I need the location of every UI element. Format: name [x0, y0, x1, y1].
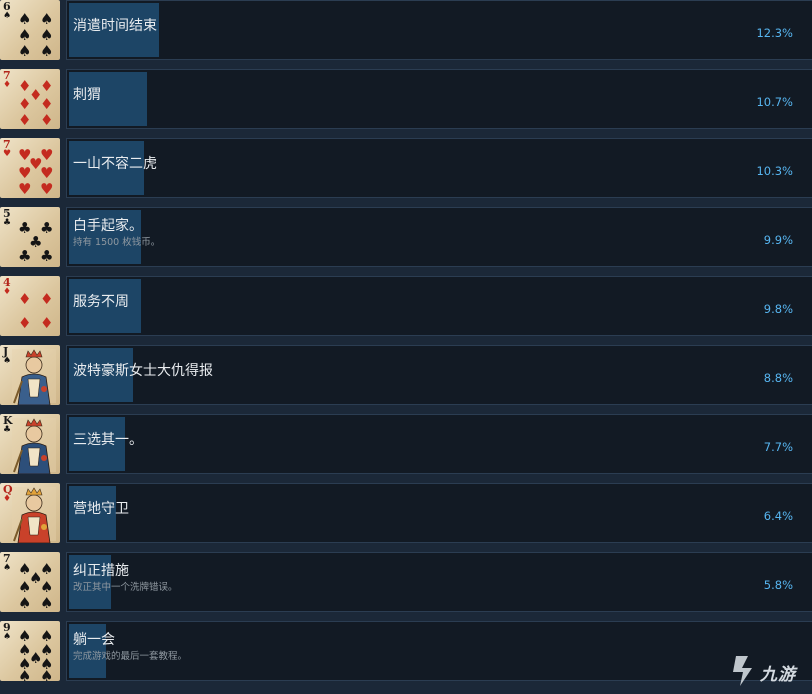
- achievement-title: 纠正措施: [73, 563, 129, 579]
- spade-pip-icon: ♠: [40, 594, 54, 612]
- spade-pip-icon: ♠: [40, 42, 54, 60]
- unlock-percentage: 8.8%: [763, 371, 793, 385]
- achievement-row[interactable]: ♠ ♠ ♠ ♠ ♠ ♠ ♠ 7 ♠ 纠正措施改正其中一个洗牌错误。 5.8%: [0, 552, 812, 612]
- achievement-description: 持有 1500 枚钱币。: [73, 237, 161, 248]
- diamond-pip-icon: ♦: [40, 314, 54, 332]
- unlock-percentage: 10.7%: [756, 95, 793, 109]
- achievement-card-icon: J ♠: [0, 345, 60, 405]
- diamond-pip-icon: ♦: [18, 290, 32, 308]
- spade-corner-icon: ♠: [3, 632, 12, 642]
- achievement-card-icon: ♣ ♣ ♣ ♣ ♣ 5 ♣: [0, 207, 60, 267]
- unlock-percentage: 12.3%: [756, 26, 793, 40]
- achievement-panel: 三选其一。 7.7%: [66, 414, 812, 474]
- diamond-pip-icon: ♦: [40, 290, 54, 308]
- achievement-row[interactable]: ♠ ♠ ♠ ♠ ♠ ♠ 6 ♠ 消遣时间结束 12.3%: [0, 0, 812, 60]
- club-corner-icon: ♣: [3, 218, 12, 228]
- diamond-pip-icon: ♦: [18, 95, 32, 113]
- achievement-title: 波特豪斯女士大仇得报: [73, 363, 213, 379]
- spade-pip-icon: ♠: [40, 667, 54, 682]
- watermark-icon: [733, 656, 752, 686]
- diamond-corner-icon: ♦: [3, 287, 12, 297]
- unlock-percentage: 6.4%: [763, 509, 793, 523]
- achievement-card-icon: ♠ ♠ ♠ ♠ ♠ ♠ 6 ♠: [0, 0, 60, 60]
- achievement-row[interactable]: ♥ ♥ ♥ ♥ ♥ ♥ ♥ 7 ♥ 一山不容二虎 10.3%: [0, 138, 812, 198]
- spade-pip-icon: ♠: [18, 10, 32, 28]
- achievement-title: 消遣时间结束: [73, 18, 157, 34]
- achievement-card-icon: ♥ ♥ ♥ ♥ ♥ ♥ ♥ 7 ♥: [0, 138, 60, 198]
- achievement-row[interactable]: ♠ ♠ ♠ ♠ ♠ ♠ ♠ ♠ ♠ 9 ♠ 躺一会 完成游戏的最后一套教程。: [0, 621, 812, 681]
- spade-corner-icon: ♠: [3, 563, 12, 573]
- spade-pip-icon: ♠: [18, 594, 32, 612]
- achievement-row[interactable]: ♣ ♣ ♣ ♣ ♣ 5 ♣ 白手起家。 持有 1500 枚钱币。 9.9%: [0, 207, 812, 267]
- achievement-row[interactable]: K ♣ 三选其一。 7.7%: [0, 414, 812, 474]
- achievement-panel: 纠正措施改正其中一个洗牌错误。 5.8%: [66, 552, 812, 612]
- diamond-pip-icon: ♦: [18, 314, 32, 332]
- diamond-pip-icon: ♦: [40, 95, 54, 113]
- club-pip-icon: ♣: [18, 247, 32, 265]
- unlock-percentage: 9.8%: [763, 302, 793, 316]
- spade-corner-icon: ♠: [3, 356, 12, 366]
- unlock-percentage: 7.7%: [763, 440, 793, 454]
- achievement-panel: 消遣时间结束 12.3%: [66, 0, 812, 60]
- spade-pip-icon: ♠: [18, 578, 32, 596]
- face-card-figure: [12, 349, 56, 405]
- achievement-panel: 一山不容二虎 10.3%: [66, 138, 812, 198]
- achievement-card-icon: ♠ ♠ ♠ ♠ ♠ ♠ ♠ 7 ♠: [0, 552, 60, 612]
- watermark-text: 九游: [760, 665, 796, 685]
- heart-corner-icon: ♥: [3, 149, 12, 159]
- diamond-pip-icon: ♦: [40, 111, 54, 129]
- heart-pip-icon: ♥: [18, 180, 32, 198]
- watermark-logo: 九游: [720, 648, 812, 694]
- achievement-title: 白手起家。: [73, 218, 143, 234]
- diamond-pip-icon: ♦: [18, 111, 32, 129]
- unlock-percentage: 9.9%: [763, 233, 793, 247]
- unlock-percentage: 10.3%: [756, 164, 793, 178]
- achievement-title: 三选其一。: [73, 432, 143, 448]
- heart-pip-icon: ♥: [40, 164, 54, 182]
- achievement-card-icon: ♠ ♠ ♠ ♠ ♠ ♠ ♠ ♠ ♠ 9 ♠: [0, 621, 60, 681]
- achievement-panel: 营地守卫 6.4%: [66, 483, 812, 543]
- achievement-title: 营地守卫: [73, 501, 129, 517]
- achievement-panel: 服务不周 9.8%: [66, 276, 812, 336]
- heart-pip-icon: ♥: [40, 180, 54, 198]
- achievement-title: 一山不容二虎: [73, 156, 157, 172]
- spade-pip-icon: ♠: [18, 42, 32, 60]
- club-pip-icon: ♣: [40, 219, 54, 237]
- achievement-card-icon: K ♣: [0, 414, 60, 474]
- achievement-panel: 波特豪斯女士大仇得报 8.8%: [66, 345, 812, 405]
- spade-pip-icon: ♠: [18, 26, 32, 44]
- club-corner-icon: ♣: [3, 425, 12, 435]
- club-pip-icon: ♣: [40, 247, 54, 265]
- achievement-title: 刺猬: [73, 87, 101, 103]
- diamond-corner-icon: ♦: [3, 80, 12, 90]
- spade-pip-icon: ♠: [40, 26, 54, 44]
- diamond-corner-icon: ♦: [3, 494, 12, 504]
- achievement-panel: 白手起家。持有 1500 枚钱币。 9.9%: [66, 207, 812, 267]
- spade-corner-icon: ♠: [3, 11, 12, 21]
- spade-pip-icon: ♠: [18, 667, 32, 682]
- achievement-title: 躺一会: [73, 632, 115, 648]
- achievement-description: 完成游戏的最后一套教程。: [73, 651, 188, 662]
- achievement-card-icon: Q ♦: [0, 483, 60, 543]
- heart-pip-icon: ♥: [18, 164, 32, 182]
- achievement-card-icon: ♦ ♦ ♦ ♦ 4 ♦: [0, 276, 60, 336]
- achievement-row[interactable]: ♦ ♦ ♦ ♦ ♦ ♦ ♦ 7 ♦ 刺猬 10.7%: [0, 69, 812, 129]
- achievement-row[interactable]: J ♠ 波特豪斯女士大仇得报 8.8%: [0, 345, 812, 405]
- achievement-row[interactable]: ♦ ♦ ♦ ♦ 4 ♦ 服务不周 9.8%: [0, 276, 812, 336]
- achievement-description: 改正其中一个洗牌错误。: [73, 582, 178, 593]
- achievement-panel: 躺一会完成游戏的最后一套教程。: [66, 621, 812, 681]
- achievement-list: ♠ ♠ ♠ ♠ ♠ ♠ 6 ♠ 消遣时间结束 12.3% ♦ ♦ ♦ ♦ ♦ ♦ ♦ 7 ♦ 刺猬 10.7% ♥ ♥ ♥ ♥ ♥…: [0, 0, 812, 694]
- spade-pip-icon: ♠: [40, 578, 54, 596]
- achievement-title: 服务不周: [73, 294, 129, 310]
- achievement-panel: 刺猬 10.7%: [66, 69, 812, 129]
- unlock-percentage: 5.8%: [763, 578, 793, 592]
- spade-pip-icon: ♠: [40, 10, 54, 28]
- achievement-row[interactable]: Q ♦ 营地守卫 6.4%: [0, 483, 812, 543]
- achievement-card-icon: ♦ ♦ ♦ ♦ ♦ ♦ ♦ 7 ♦: [0, 69, 60, 129]
